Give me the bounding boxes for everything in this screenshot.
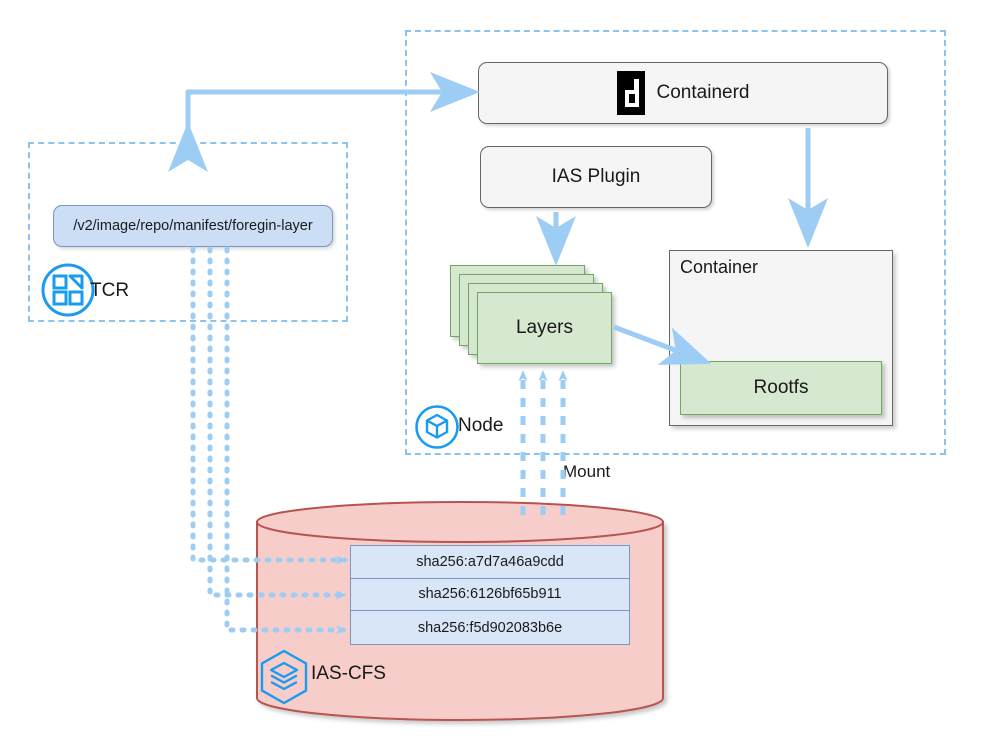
container-label: Container <box>680 257 759 277</box>
node-cube-circle-icon <box>415 405 459 449</box>
mount-edge-label: Mount <box>563 462 611 481</box>
diagram-canvas: sha256:a7d7a46a9cdd sha256:6126bf65b911 … <box>0 0 982 745</box>
digest-list: sha256:a7d7a46a9cdd sha256:6126bf65b911 … <box>350 545 630 645</box>
node-label: Node <box>458 415 504 436</box>
list-item[interactable]: sha256:6126bf65b911 <box>351 579 629 612</box>
tcr-label: TCR <box>90 280 130 301</box>
ias-plugin-box[interactable]: IAS Plugin <box>480 146 712 208</box>
ias-cfs-label: IAS-CFS <box>311 663 386 684</box>
rootfs-box[interactable]: Rootfs <box>680 361 882 415</box>
list-item[interactable]: sha256:f5d902083b6e <box>351 611 629 644</box>
containerd-d-icon <box>616 71 645 115</box>
layers-stack[interactable]: Layers <box>450 265 612 365</box>
containerd-label: Containerd <box>656 82 750 103</box>
ias-cfs-hexagon-layers-icon <box>260 649 308 705</box>
manifest-endpoint-box[interactable]: /v2/image/repo/manifest/foregin-layer <box>53 205 333 247</box>
layers-front-sheet: Layers <box>477 292 612 364</box>
container-box[interactable]: Container Rootfs <box>669 250 893 426</box>
tcr-grid-circle-icon <box>41 263 95 317</box>
containerd-box[interactable]: Containerd <box>478 62 888 124</box>
list-item[interactable]: sha256:a7d7a46a9cdd <box>351 546 629 579</box>
